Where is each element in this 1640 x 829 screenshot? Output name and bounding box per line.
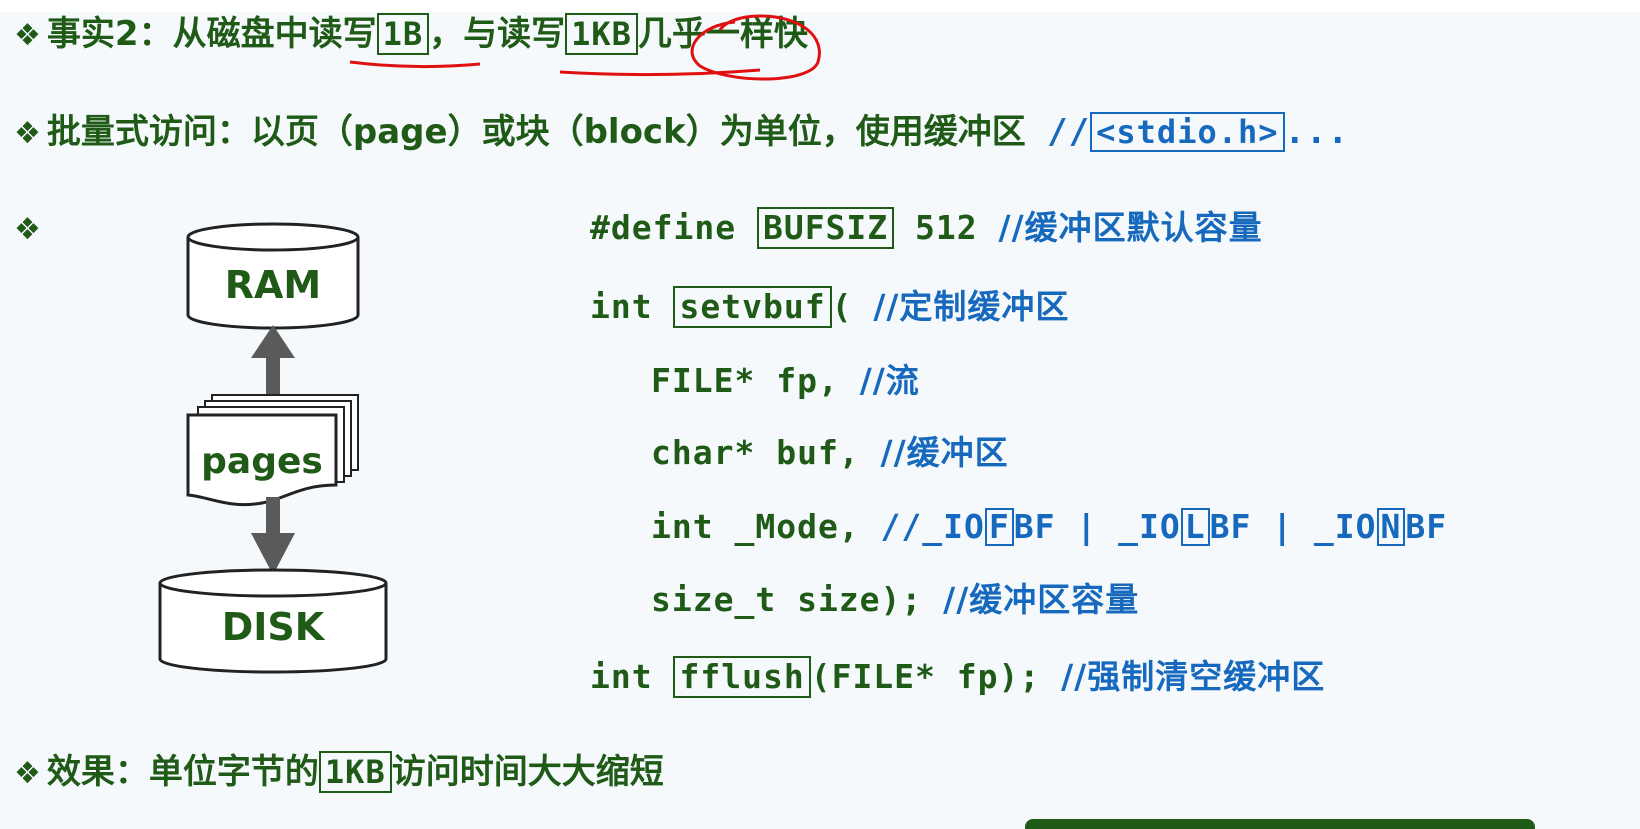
effect-text-1: 效果：单位字节的 (46, 752, 319, 792)
red-annotation-marks (349, 14, 821, 81)
mode-box-f: F (984, 508, 1014, 546)
code-comment: //缓冲区 (880, 433, 1009, 472)
code-line-setvbuf: int setvbuf( //定制缓冲区 (590, 285, 1069, 329)
disk-label: DISK (222, 605, 326, 649)
down-arrow-icon (251, 497, 295, 575)
setvbuf-box: setvbuf (673, 286, 832, 328)
code-keyword: #define (590, 208, 757, 247)
stdio-header-box: <stdio.h> (1090, 112, 1285, 152)
diagram-bullet-line: ❖ (14, 206, 47, 252)
code-line-define: #define BUFSIZ 512 //缓冲区默认容量 (590, 206, 1263, 250)
code-comment: //流 (859, 361, 920, 400)
mode-comment-3: BF | _IO (1209, 507, 1377, 546)
code-line-size: size_t size); //缓冲区容量 (651, 578, 1139, 622)
code-param: char* buf, (651, 433, 881, 472)
bottom-bar (1025, 819, 1535, 829)
storage-diagram: RAM pages DISK (158, 222, 388, 674)
pages-label: pages (201, 441, 323, 482)
bufsiz-box: BUFSIZ (756, 207, 895, 249)
code-comment: //强制清空缓冲区 (1061, 657, 1326, 696)
up-arrow-icon (251, 325, 295, 400)
code-paren: ( (831, 287, 874, 326)
code-keyword: int (590, 287, 674, 326)
code-comment: //缓冲区默认容量 (998, 208, 1263, 247)
batch-access-text: 批量式访问：以页（page）或块（block）为单位，使用缓冲区 (46, 112, 1026, 152)
code-args: (FILE* fp); (810, 657, 1062, 696)
bullet-icon: ❖ (14, 116, 41, 151)
code-value: 512 (894, 208, 999, 247)
fflush-box: fflush (673, 656, 811, 698)
code-param: int _Mode, (651, 507, 881, 546)
code-line-fflush: int fflush (FILE* fp); //强制清空缓冲区 (590, 655, 1325, 699)
mode-comment-2: BF | _IO (1013, 507, 1181, 546)
mode-comment-4: BF (1405, 507, 1448, 546)
bullet-icon: ❖ (14, 212, 41, 247)
pages-stack-icon: pages (186, 394, 359, 507)
comment-slashes: // (1025, 112, 1091, 152)
ellipsis: ... (1284, 112, 1349, 152)
code-line-mode: int _Mode, //_IO F BF | _IO L BF | _IO N BF (651, 505, 1447, 549)
effect-text-2: 访问时间大大缩短 (391, 752, 664, 792)
code-keyword: int (590, 657, 674, 696)
disk-cylinder: DISK (158, 568, 388, 674)
mode-box-l: L (1180, 508, 1210, 546)
bullet-icon: ❖ (14, 756, 41, 791)
mode-comment-1: //_IO (880, 507, 985, 546)
batch-access-line: ❖ 批量式访问：以页（page）或块（block）为单位，使用缓冲区 //<std… (14, 110, 1349, 156)
ram-cylinder: RAM (186, 222, 360, 330)
code-comment: //缓冲区容量 (943, 580, 1140, 619)
effect-line: ❖ 效果：单位字节的 1KB 访问时间大大缩短 (14, 750, 664, 796)
code-param: size_t size); (651, 580, 944, 619)
code-line-buf: char* buf, //缓冲区 (651, 431, 1009, 475)
code-line-fp: FILE* fp, //流 (651, 359, 920, 403)
code-comment: //定制缓冲区 (873, 287, 1070, 326)
effect-box-1kb: 1KB (318, 751, 392, 793)
mode-box-n: N (1376, 508, 1406, 546)
code-param: FILE* fp, (651, 361, 860, 400)
ram-label: RAM (225, 263, 321, 307)
